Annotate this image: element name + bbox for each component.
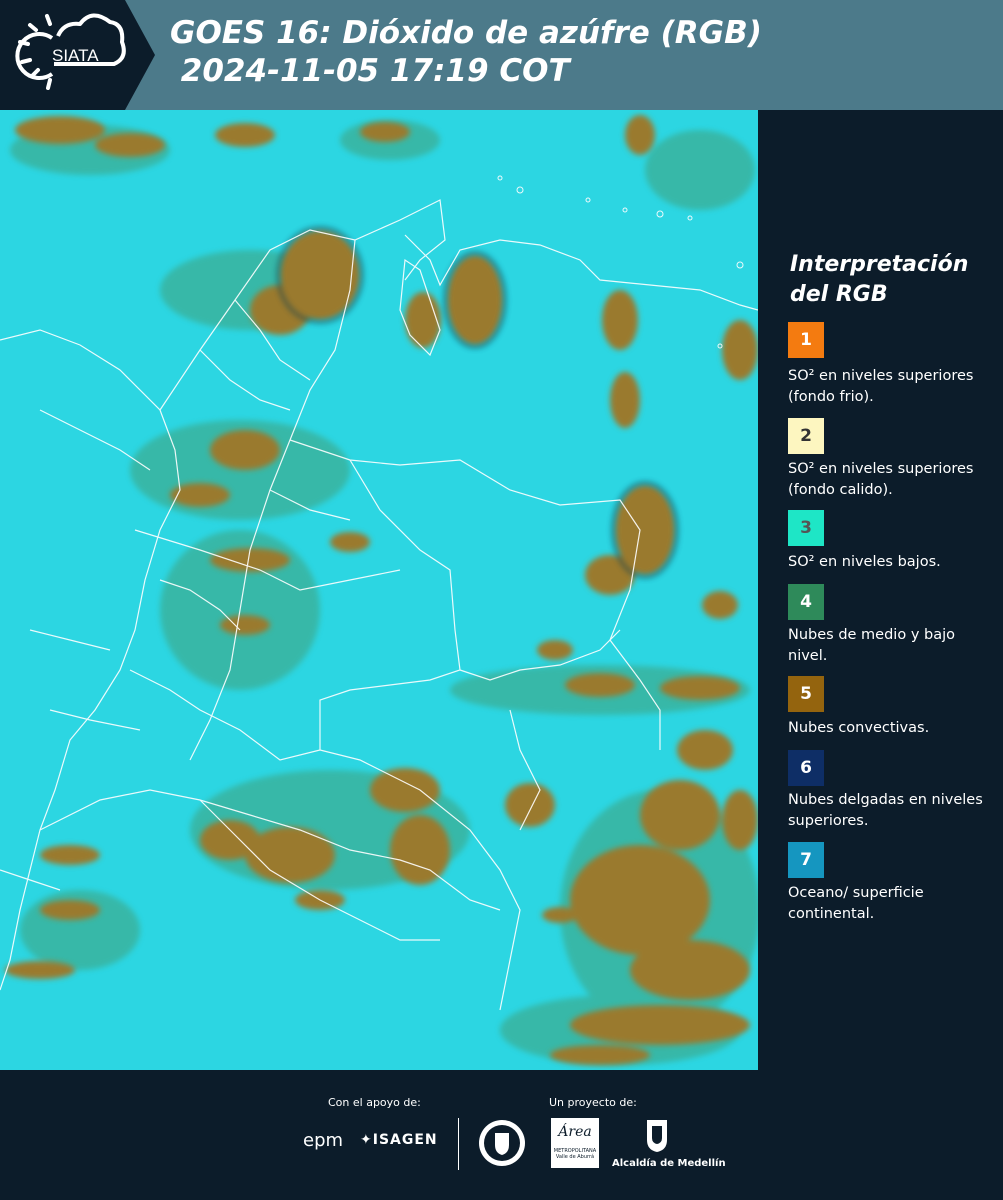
legend-swatch-6: 6 [788, 750, 824, 786]
header-bar: SIATA GOES 16: Dióxido de azúfre (RGB) 2… [0, 0, 1003, 110]
legend-swatch-4: 4 [788, 584, 824, 620]
legend-label-4: Nubes de medio y bajo nivel. [788, 627, 955, 664]
legend-label-6: Nubes delgadas en niveles superiores. [788, 792, 983, 829]
legend-number: 4 [800, 592, 812, 612]
legend-panel: Interpretación del RGB 1 SO² en niveles … [760, 110, 1003, 1070]
legend-label-3: SO² en niveles bajos. [788, 554, 941, 570]
satellite-map [0, 110, 758, 1070]
legend-number: 7 [800, 850, 812, 870]
legend-label-2: SO² en niveles superiores (fondo calido)… [788, 461, 974, 498]
isagen-star-icon: ✦ [360, 1132, 373, 1148]
epm-text: epm [303, 1130, 344, 1151]
isagen-text: ISAGEN [372, 1132, 438, 1148]
alcaldia-text: Alcaldía de Medellín [612, 1158, 726, 1169]
logo-text: SIATA [52, 46, 99, 65]
legend-swatch-2: 2 [788, 418, 824, 454]
legend-label-7: Oceano/ superficie continental. [788, 885, 924, 922]
legend-number: 5 [800, 684, 812, 704]
support-label: Con el apoyo de: [328, 1096, 421, 1109]
legend-label-1: SO² en niveles superiores (fondo frio). [788, 368, 974, 405]
footer-divider [458, 1118, 459, 1170]
page-title: GOES 16: Dióxido de azúfre (RGB) 2024-11… [170, 15, 762, 89]
siata-logo: SIATA [0, 0, 155, 110]
epm-logo: epm [303, 1130, 343, 1151]
legend-label-5: Nubes convectivas. [788, 720, 930, 736]
legend-number: 1 [800, 330, 812, 350]
legend-swatch-7: 7 [788, 842, 824, 878]
footer: Con el apoyo de: Un proyecto de: epm ✦IS… [0, 1070, 1003, 1200]
legend-number: 2 [800, 426, 812, 446]
legend-swatch-1: 1 [788, 322, 824, 358]
isagen-logo: ✦ISAGEN [360, 1132, 438, 1148]
area-script-text: Área [558, 1124, 592, 1140]
medellin-shield-icon [645, 1118, 669, 1158]
legend-number: 6 [800, 758, 812, 778]
legend-swatch-3: 3 [788, 510, 824, 546]
medellin-seal-icon [477, 1118, 527, 1172]
area-line2-text: Valle de Aburrá [555, 1154, 595, 1160]
area-metropolitana-logo: Área METROPOLITANA Valle de Aburrá [551, 1118, 599, 1168]
project-label: Un proyecto de: [549, 1096, 637, 1109]
legend-title: Interpretación del RGB [790, 252, 969, 307]
legend-number: 3 [800, 518, 812, 538]
legend-swatch-5: 5 [788, 676, 824, 712]
